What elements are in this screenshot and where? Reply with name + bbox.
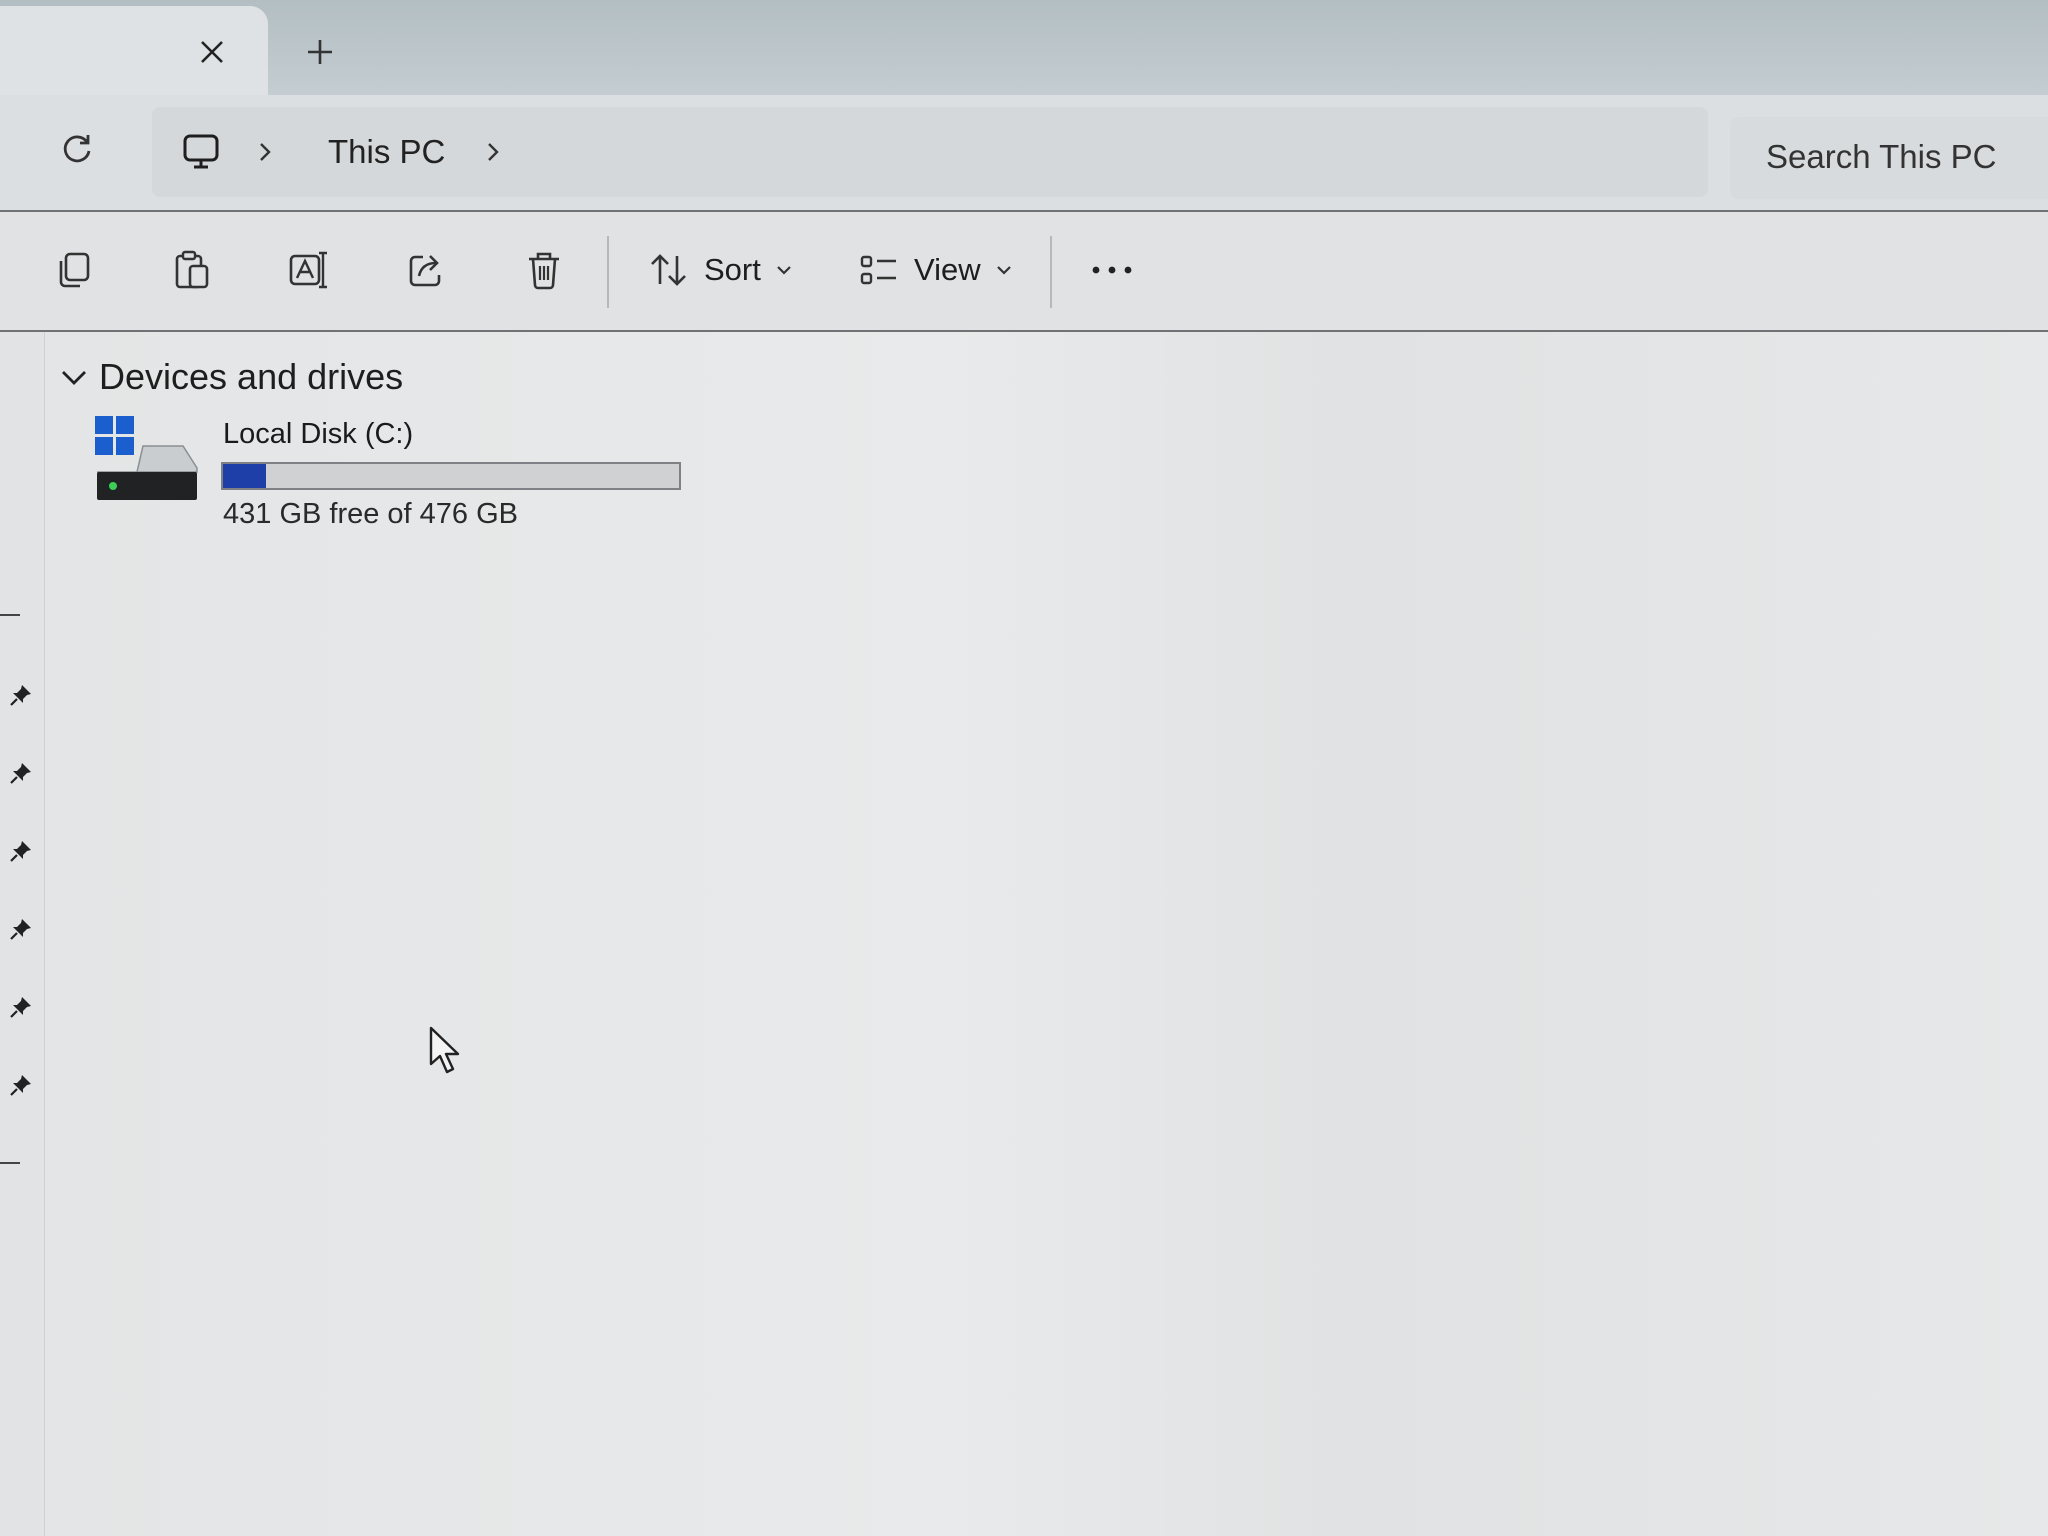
copy-button[interactable]: [46, 242, 102, 298]
view-button[interactable]: View: [858, 240, 1013, 300]
computer-icon[interactable]: [176, 127, 226, 177]
tab-close-button[interactable]: [190, 30, 234, 74]
view-label: View: [914, 252, 981, 287]
plus-icon: [308, 40, 332, 64]
drive-item-local-disk-c[interactable]: Local Disk (C:) 431 GB free of 476 GB: [93, 414, 753, 544]
tab-strip: [0, 0, 2048, 95]
quick-access-item[interactable]: [6, 914, 36, 944]
quick-access-item[interactable]: [6, 992, 36, 1022]
copy-icon: [59, 252, 90, 288]
paste-icon: [175, 250, 209, 289]
pin-icon: [10, 1075, 31, 1096]
drive-free-space: 431 GB free of 476 GB: [223, 498, 519, 530]
close-icon: [201, 41, 223, 63]
drive-name: Local Disk (C:): [223, 418, 414, 450]
quick-access-item[interactable]: [6, 1070, 36, 1100]
sort-icon: [651, 254, 686, 286]
delete-icon: [529, 252, 559, 290]
mouse-pointer-icon: [429, 1026, 460, 1074]
sort-label: Sort: [704, 252, 761, 287]
new-tab-button[interactable]: [296, 30, 344, 74]
tab-this-pc[interactable]: [0, 6, 268, 95]
quick-access-item[interactable]: [6, 758, 36, 788]
command-bar: Sort View: [0, 212, 2048, 332]
chevron-right-icon[interactable]: [478, 127, 508, 177]
rename-button[interactable]: [281, 242, 337, 298]
chevron-down-icon: [62, 371, 86, 385]
chevron-down-icon: [996, 266, 1011, 275]
view-list-icon: [860, 255, 896, 285]
chevron-right-icon[interactable]: [250, 127, 280, 177]
paste-button[interactable]: [164, 242, 220, 298]
group-title: Devices and drives: [99, 356, 404, 397]
nav-divider: [0, 1162, 20, 1164]
hard-drive-icon: [95, 416, 198, 500]
drive-usage-fill: [223, 464, 267, 488]
search-input[interactable]: [1764, 131, 2038, 183]
sort-button[interactable]: Sort: [648, 240, 793, 300]
rename-icon: [289, 251, 327, 289]
nav-divider: [0, 614, 20, 616]
chevron-down-icon: [777, 266, 791, 275]
delete-button[interactable]: [516, 242, 572, 298]
quick-access-item[interactable]: [6, 680, 36, 710]
navigation-pane: [0, 332, 45, 1536]
group-header-devices[interactable]: Devices and drives: [59, 352, 403, 402]
pin-icon: [10, 919, 31, 940]
breadcrumb-this-pc[interactable]: This PC: [328, 127, 445, 177]
breadcrumb[interactable]: This PC: [152, 107, 1708, 197]
refresh-icon: [63, 135, 91, 163]
more-icon: [1092, 266, 1132, 274]
drive-usage-bar: [221, 462, 681, 490]
search-box[interactable]: [1730, 117, 2048, 199]
file-view: Devices and drives Local Disk (C:) 431 G…: [45, 332, 2048, 1536]
address-bar: This PC: [0, 95, 2048, 212]
refresh-button[interactable]: [52, 124, 102, 174]
command-divider: [607, 236, 609, 308]
quick-access-item[interactable]: [6, 836, 36, 866]
pin-icon: [10, 763, 31, 784]
pin-icon: [10, 841, 31, 862]
share-icon: [409, 255, 441, 287]
more-options-button[interactable]: [1082, 242, 1142, 298]
share-button[interactable]: [398, 242, 454, 298]
command-divider: [1050, 236, 1052, 308]
pin-icon: [10, 685, 31, 706]
pin-icon: [10, 997, 31, 1018]
